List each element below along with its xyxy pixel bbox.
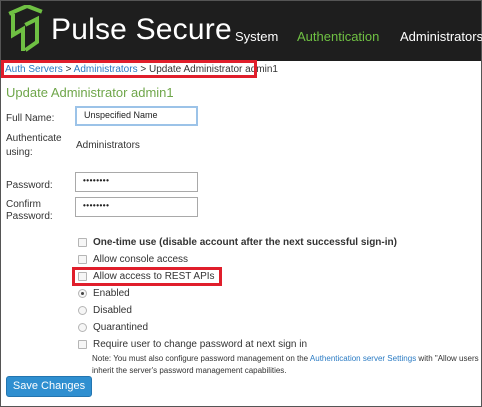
- status-disabled-radio[interactable]: [78, 305, 87, 315]
- save-changes-button[interactable]: Save Changes: [6, 376, 92, 397]
- allow-console-label: Allow console access: [93, 253, 189, 265]
- nav-administrators[interactable]: Administrators: [400, 29, 482, 44]
- nav-authentication[interactable]: Authentication: [297, 29, 379, 44]
- status-quarantined-option[interactable]: Quarantined: [78, 320, 148, 334]
- require-change-label: Require user to change password at next …: [93, 338, 308, 350]
- auth-server-settings-link[interactable]: Authentication server Settings: [310, 354, 416, 363]
- confirm-password-label-line2: Password:: [6, 211, 53, 222]
- top-header: Pulse Secure System Authentication Admin…: [1, 1, 482, 61]
- authenticate-label-line1: Authenticate: [6, 133, 62, 144]
- full-name-label: Full Name:: [6, 113, 55, 124]
- note-line2: inherit the server's password management…: [92, 366, 287, 375]
- status-disabled-option[interactable]: Disabled: [78, 303, 132, 317]
- status-enabled-label: Enabled: [93, 287, 130, 299]
- pulse-secure-logo-icon: [8, 5, 43, 52]
- status-quarantined-radio[interactable]: [78, 322, 87, 332]
- authenticate-value: Administrators: [76, 140, 140, 151]
- page-title: Update Administrator admin1: [6, 85, 174, 100]
- password-management-note: Note: You must also configure password m…: [92, 353, 482, 377]
- status-enabled-option[interactable]: Enabled: [78, 286, 130, 300]
- password-label: Password:: [6, 180, 53, 191]
- nav-system[interactable]: System: [235, 29, 278, 44]
- brand-logo-text: Pulse Secure: [51, 13, 232, 46]
- one-time-use-option[interactable]: One-time use (disable account after the …: [78, 235, 397, 249]
- status-quarantined-label: Quarantined: [93, 321, 149, 333]
- breadcrumb-highlight-box: [1, 60, 257, 78]
- require-change-option[interactable]: Require user to change password at next …: [78, 337, 307, 351]
- allow-console-option[interactable]: Allow console access: [78, 252, 188, 266]
- one-time-use-label: One-time use (disable account after the …: [93, 236, 397, 248]
- authenticate-label-line2: using:: [6, 147, 33, 158]
- status-disabled-label: Disabled: [93, 304, 132, 316]
- require-change-checkbox[interactable]: [78, 339, 87, 349]
- rest-api-highlight-box: [72, 267, 222, 286]
- password-input[interactable]: ••••••••: [75, 172, 198, 192]
- allow-console-checkbox[interactable]: [78, 254, 87, 264]
- confirm-password-input[interactable]: ••••••••: [75, 197, 198, 217]
- full-name-input[interactable]: Unspecified Name: [75, 106, 198, 126]
- note-prefix: Note: You must also configure password m…: [92, 354, 310, 363]
- one-time-use-checkbox[interactable]: [78, 237, 87, 247]
- status-enabled-radio[interactable]: [78, 288, 87, 298]
- note-suffix: with "Allow users: [416, 354, 479, 363]
